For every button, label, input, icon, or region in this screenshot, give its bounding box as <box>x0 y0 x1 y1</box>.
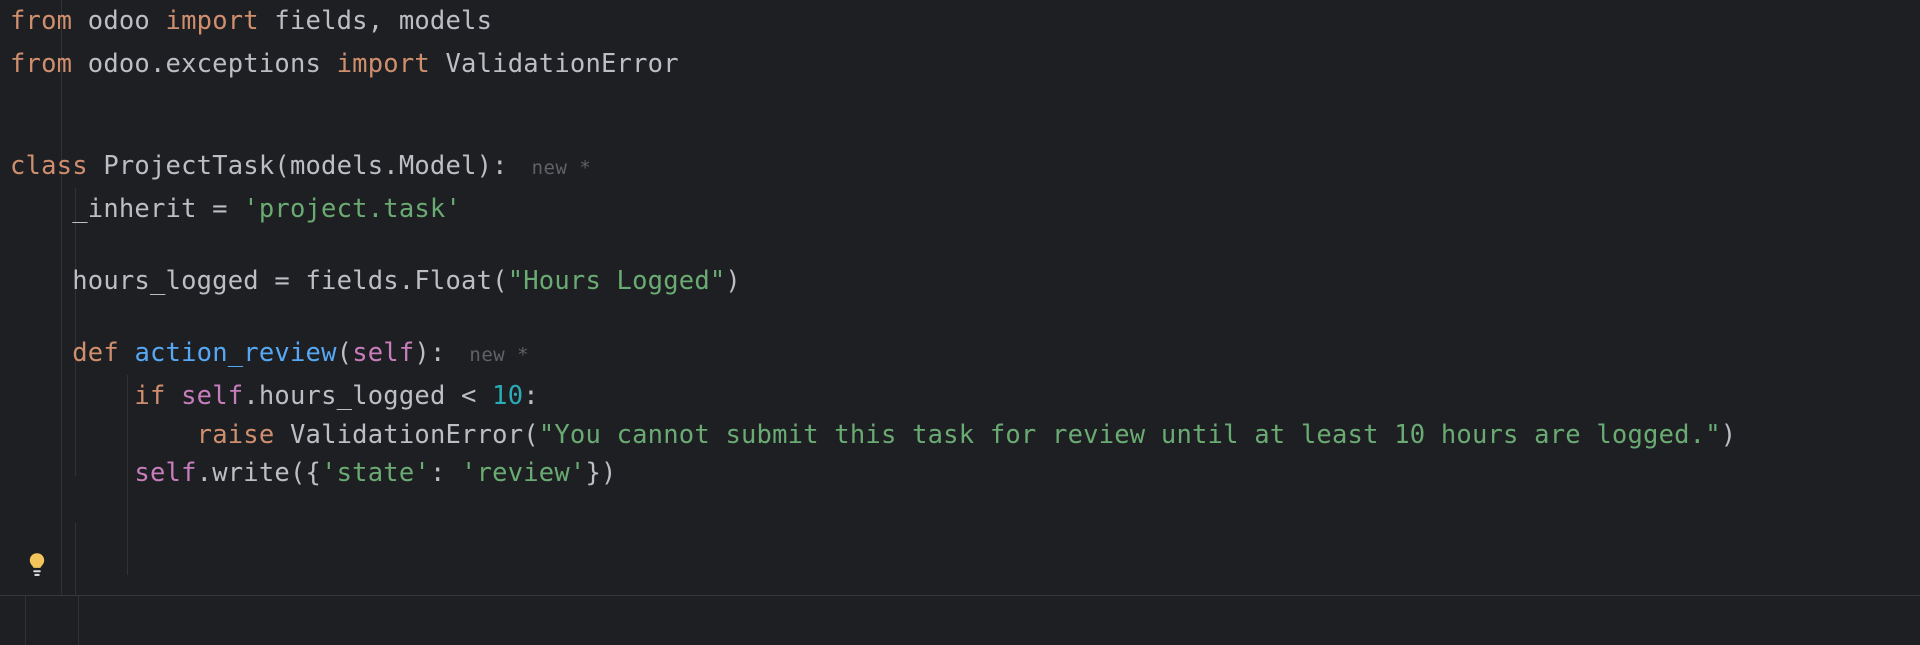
code-token: self <box>181 381 244 411</box>
code-token: from <box>10 49 88 79</box>
code-token: ValidationError <box>445 49 679 79</box>
code-token: : <box>523 381 539 411</box>
code-line-text: from odoo import fields, models <box>0 0 492 43</box>
code-line[interactable]: if self.hours_logged < 10: <box>0 375 539 418</box>
code-token: import <box>336 49 446 79</box>
code-token: .hours_logged < <box>243 381 493 411</box>
below-editor-pane <box>0 596 1920 645</box>
code-line[interactable]: from odoo import fields, models <box>0 0 492 43</box>
code-token: : <box>429 458 462 488</box>
code-content[interactable]: from odoo import fields, models from odoo… <box>0 0 1920 598</box>
code-token: def <box>72 338 135 368</box>
code-token: 'project.task' <box>243 194 462 224</box>
code-token: hours_logged = fields.Float( <box>10 266 508 296</box>
code-token: ValidationError( <box>289 420 539 450</box>
code-line[interactable]: raise ValidationError("You cannot submit… <box>0 414 1737 457</box>
code-line-text: hours_logged = fields.Float("Hours Logge… <box>0 260 741 303</box>
code-editor[interactable]: from odoo import fields, models from odoo… <box>0 0 1920 645</box>
code-token: odoo.exceptions <box>87 49 337 79</box>
code-line-text: def action_review(self): new * <box>0 332 529 377</box>
code-token: 10 <box>492 381 524 411</box>
code-token: self <box>352 338 415 368</box>
code-line[interactable]: _inherit = 'project.task' <box>0 188 461 231</box>
code-lens-annotation[interactable]: new * <box>508 157 592 179</box>
code-token: odoo <box>87 6 166 36</box>
code-line-text: self.write({'state': 'review'}) <box>0 452 617 495</box>
code-line-text: if self.hours_logged < 10: <box>0 375 539 418</box>
code-line[interactable]: hours_logged = fields.Float("Hours Logge… <box>0 260 741 303</box>
below-pane-divider-left <box>25 596 26 645</box>
code-token: }) <box>585 458 617 488</box>
code-line-text: raise ValidationError("You cannot submit… <box>0 414 1737 457</box>
code-token: class <box>10 151 104 181</box>
code-line[interactable]: def action_review(self): new * <box>0 332 529 375</box>
code-token: ProjectTask(models.Model): <box>103 151 508 181</box>
code-token: "Hours Logged" <box>507 266 726 296</box>
code-line-text: class ProjectTask(models.Model): new * <box>0 145 591 190</box>
code-token: _inherit = <box>10 194 244 224</box>
code-line-text: _inherit = 'project.task' <box>0 188 461 231</box>
below-pane-divider-right <box>78 596 79 645</box>
code-token: self <box>134 458 197 488</box>
code-token: ( <box>336 338 353 368</box>
code-token: raise <box>196 420 290 450</box>
code-token: 'review' <box>461 458 586 488</box>
code-token: import <box>165 6 275 36</box>
code-token: ) <box>725 266 741 296</box>
code-token: ) <box>1720 420 1737 450</box>
code-line[interactable]: self.write({'state': 'review'}) <box>0 452 617 495</box>
code-token: action_review <box>134 338 337 368</box>
code-token: "You cannot submit this task for review … <box>538 420 1721 450</box>
code-line-text: from odoo.exceptions import ValidationEr… <box>0 43 679 86</box>
code-token: .write({ <box>196 458 322 488</box>
code-token: 'state' <box>321 458 430 488</box>
code-token: ): <box>414 338 446 368</box>
code-token: from <box>10 6 88 36</box>
code-lens-annotation[interactable]: new * <box>446 344 530 366</box>
code-token: fields, models <box>274 6 493 36</box>
code-line[interactable]: class ProjectTask(models.Model): new * <box>0 145 591 188</box>
code-line[interactable]: from odoo.exceptions import ValidationEr… <box>0 43 679 86</box>
code-token: if <box>134 381 182 411</box>
